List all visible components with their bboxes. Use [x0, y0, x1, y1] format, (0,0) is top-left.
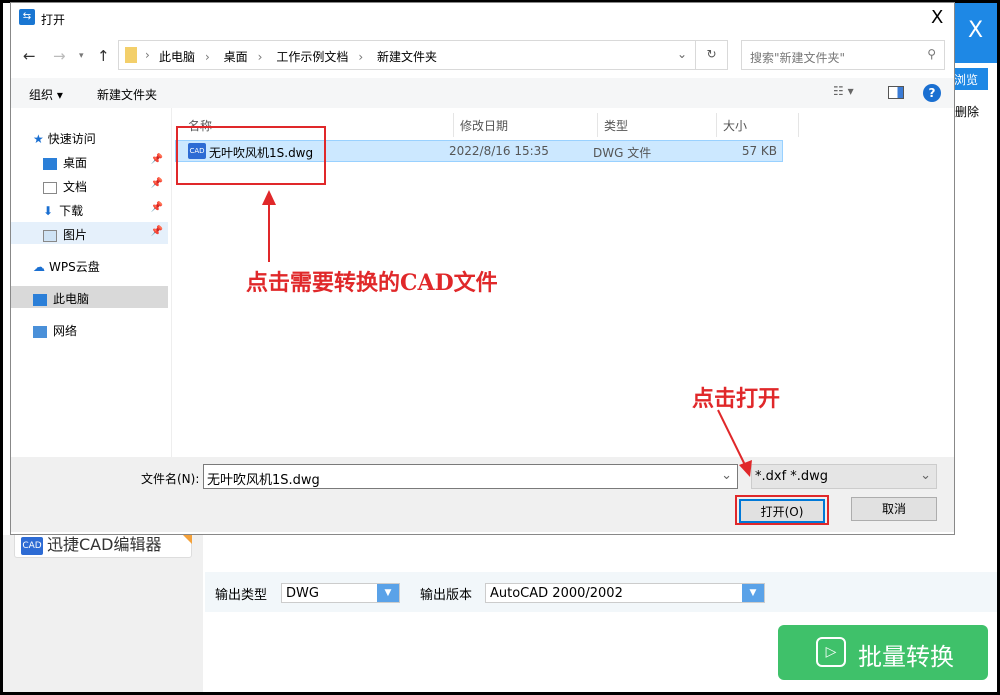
arrowhead-icon [739, 460, 752, 477]
annotation-click-open: 点击打开 [692, 381, 780, 413]
annotation-arrows [0, 0, 1000, 695]
arrowhead-icon [262, 190, 276, 205]
arrow-to-open [718, 410, 745, 465]
annotation-click-file: 点击需要转换的CAD文件 [246, 265, 498, 297]
